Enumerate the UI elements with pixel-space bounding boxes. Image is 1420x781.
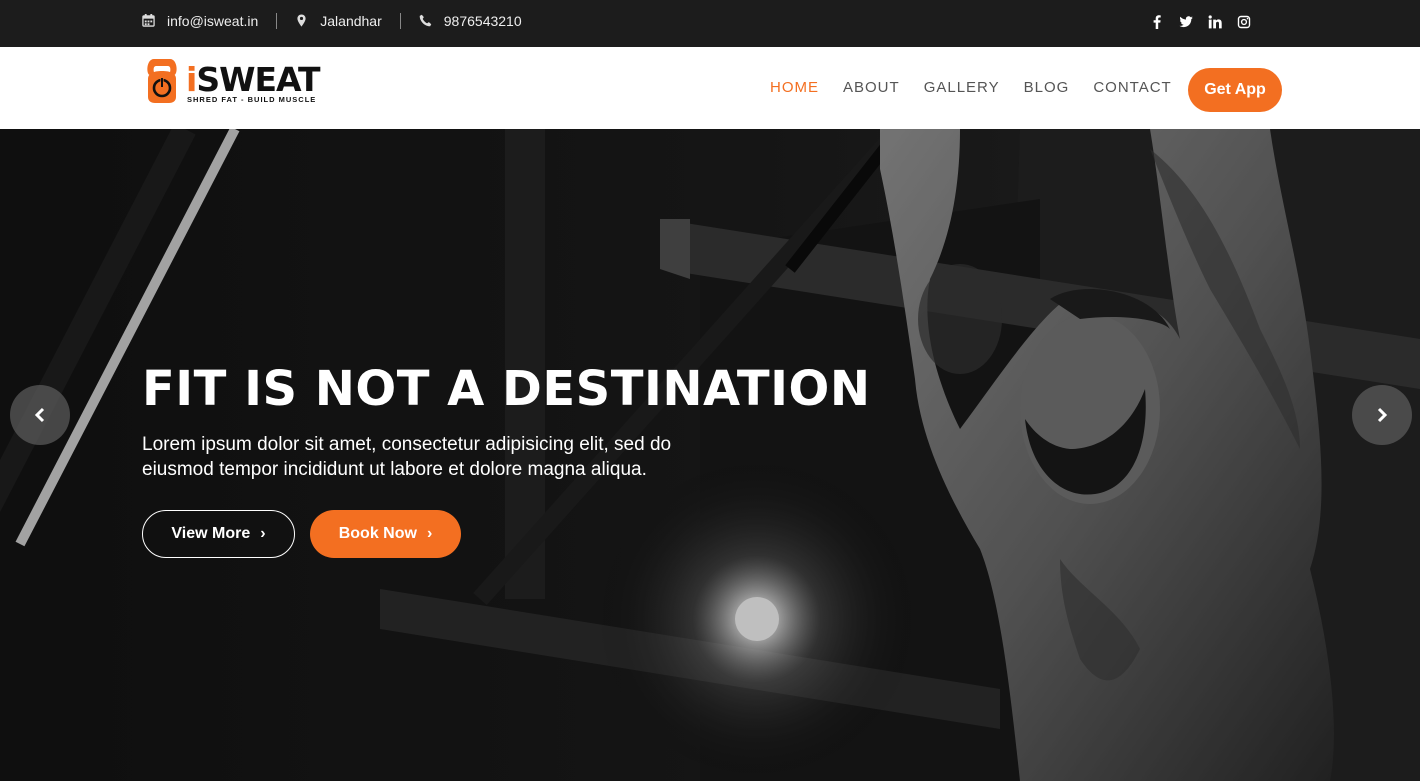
chevron-right-icon: › xyxy=(426,525,433,542)
slider-prev-button[interactable] xyxy=(10,385,70,445)
nav-about[interactable]: ABOUT xyxy=(843,79,900,96)
slider-next-button[interactable] xyxy=(1352,385,1412,445)
brand-name-i: i xyxy=(186,60,197,99)
book-now-button[interactable]: Book Now › xyxy=(310,510,461,558)
logo[interactable]: iSWEAT SHRED FAT - BUILD MUSCLE xyxy=(142,57,337,107)
phone-icon xyxy=(419,14,432,27)
brand-name: iSWEAT xyxy=(186,60,321,99)
chevron-left-icon xyxy=(34,407,45,423)
social-links xyxy=(1150,0,1251,44)
location-item: Jalandhar xyxy=(295,13,382,29)
view-more-label: View More xyxy=(171,525,251,542)
nav-home[interactable]: HOME xyxy=(770,79,819,96)
site-header: iSWEAT SHRED FAT - BUILD MUSCLE HOME ABO… xyxy=(0,47,1420,129)
get-app-button[interactable]: Get App xyxy=(1188,68,1282,112)
brand-tagline: SHRED FAT - BUILD MUSCLE xyxy=(187,95,317,104)
kettlebell-power-icon xyxy=(147,59,177,103)
nav-gallery[interactable]: GALLERY xyxy=(924,79,1000,96)
main-nav: HOME ABOUT GALLERY BLOG CONTACT xyxy=(770,79,1172,96)
chevron-right-icon: › xyxy=(260,525,266,542)
location-text: Jalandhar xyxy=(320,12,382,29)
twitter-icon[interactable] xyxy=(1179,15,1193,29)
calendar-icon xyxy=(142,14,155,27)
divider xyxy=(399,12,401,29)
top-bar: info@isweat.in Jalandhar 9876543210 xyxy=(0,0,1420,47)
email-item[interactable]: info@isweat.in xyxy=(142,13,258,29)
phone-text[interactable]: 9876543210 xyxy=(444,13,522,29)
hero-title: FIT IS NOT A DESTINATION xyxy=(142,361,871,417)
divider xyxy=(276,12,278,29)
facebook-icon[interactable] xyxy=(1150,15,1164,29)
map-pin-icon xyxy=(297,14,306,27)
brand-name-rest: SWEAT xyxy=(196,60,320,99)
hero-slider: FIT IS NOT A DESTINATION Lorem ipsum dol… xyxy=(0,129,1420,781)
book-now-label: Book Now xyxy=(338,525,417,542)
linkedin-icon[interactable] xyxy=(1208,15,1222,29)
chevron-right-icon xyxy=(1377,407,1388,423)
instagram-icon[interactable] xyxy=(1237,15,1251,29)
nav-contact[interactable]: CONTACT xyxy=(1093,79,1171,96)
email-text[interactable]: info@isweat.in xyxy=(167,13,258,29)
hero-text: Lorem ipsum dolor sit amet, consectetur … xyxy=(142,434,672,480)
phone-item[interactable]: 9876543210 xyxy=(419,13,522,29)
view-more-button[interactable]: View More › xyxy=(142,510,295,558)
nav-blog[interactable]: BLOG xyxy=(1024,79,1070,96)
contact-info: info@isweat.in Jalandhar 9876543210 xyxy=(142,0,522,41)
